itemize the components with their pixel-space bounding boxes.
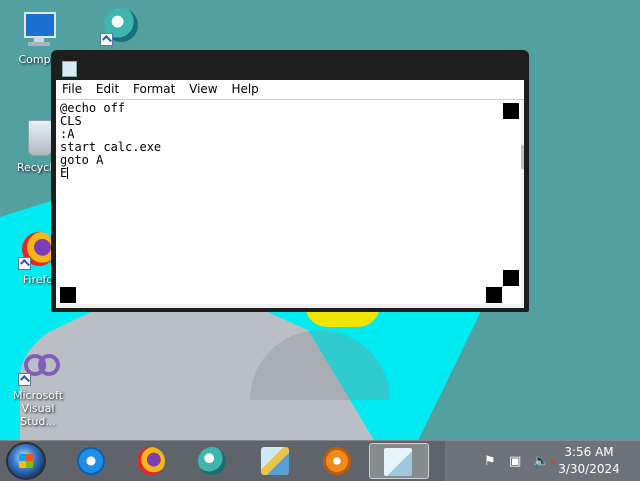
internet-explorer-icon xyxy=(77,447,105,475)
taskbar-control-panel[interactable] xyxy=(248,443,302,479)
firefox-icon xyxy=(137,447,165,475)
artifact-block xyxy=(503,103,519,119)
flag-icon[interactable]: ⚑ xyxy=(484,454,496,469)
taskbar-media-player[interactable] xyxy=(310,443,364,479)
editor-text[interactable]: @echo off CLS :A start calc.exe goto A E xyxy=(60,102,161,180)
artifact-block xyxy=(503,270,519,286)
shortcut-arrow-icon xyxy=(18,373,31,386)
media-player-icon xyxy=(323,447,351,475)
desktop-icon-visual-studio[interactable]: Microsoft Visual Stud... xyxy=(2,346,74,428)
start-button[interactable] xyxy=(8,444,44,478)
desktop-icon-app[interactable] xyxy=(84,6,156,49)
vertical-scrollbar[interactable] xyxy=(521,100,524,305)
computer-icon xyxy=(18,10,58,50)
notepad-icon xyxy=(62,61,77,77)
taskbar-internet-explorer[interactable] xyxy=(64,443,118,479)
shortcut-arrow-icon xyxy=(100,33,113,46)
notepad-icon xyxy=(384,448,412,476)
control-panel-icon xyxy=(261,447,289,475)
artifact-block xyxy=(486,287,502,303)
desktop-icon-label: Microsoft xyxy=(12,389,64,402)
visual-studio-icon xyxy=(18,346,60,386)
menu-view[interactable]: View xyxy=(183,80,221,96)
app-circle-icon xyxy=(198,447,226,475)
menu-help[interactable]: Help xyxy=(225,80,262,96)
desktop-icon-label: Firefo xyxy=(22,273,54,286)
taskbar: ⚑ ▣ 🔈✕ 3:56 AM 3/30/2024 xyxy=(0,440,640,481)
app-circle-icon xyxy=(100,6,140,46)
taskbar-notepad[interactable] xyxy=(369,443,429,479)
window-titlebar[interactable] xyxy=(51,50,529,80)
shortcut-arrow-icon xyxy=(18,257,31,270)
menu-format[interactable]: Format xyxy=(127,80,179,96)
menu-file[interactable]: File xyxy=(56,80,86,96)
taskbar-firefox[interactable] xyxy=(124,443,178,479)
menu-bar: File Edit Format View Help xyxy=(56,80,524,99)
clock-time: 3:56 AM xyxy=(564,445,614,459)
artifact-block xyxy=(60,287,76,303)
clock[interactable]: 3:56 AM 3/30/2024 xyxy=(554,444,624,478)
menu-edit[interactable]: Edit xyxy=(90,80,123,96)
window-bottom-edge xyxy=(56,304,524,308)
scrollbar-thumb[interactable] xyxy=(521,145,524,169)
network-icon[interactable]: ▣ xyxy=(509,454,521,469)
desktop-icon-label: Visual Stud... xyxy=(20,402,56,428)
text-editor-area[interactable]: @echo off CLS :A start calc.exe goto A E xyxy=(56,99,524,305)
notepad-window[interactable]: File Edit Format View Help @echo off CLS… xyxy=(51,50,529,312)
taskbar-app[interactable] xyxy=(185,443,239,479)
clock-date: 3/30/2024 xyxy=(558,462,620,476)
